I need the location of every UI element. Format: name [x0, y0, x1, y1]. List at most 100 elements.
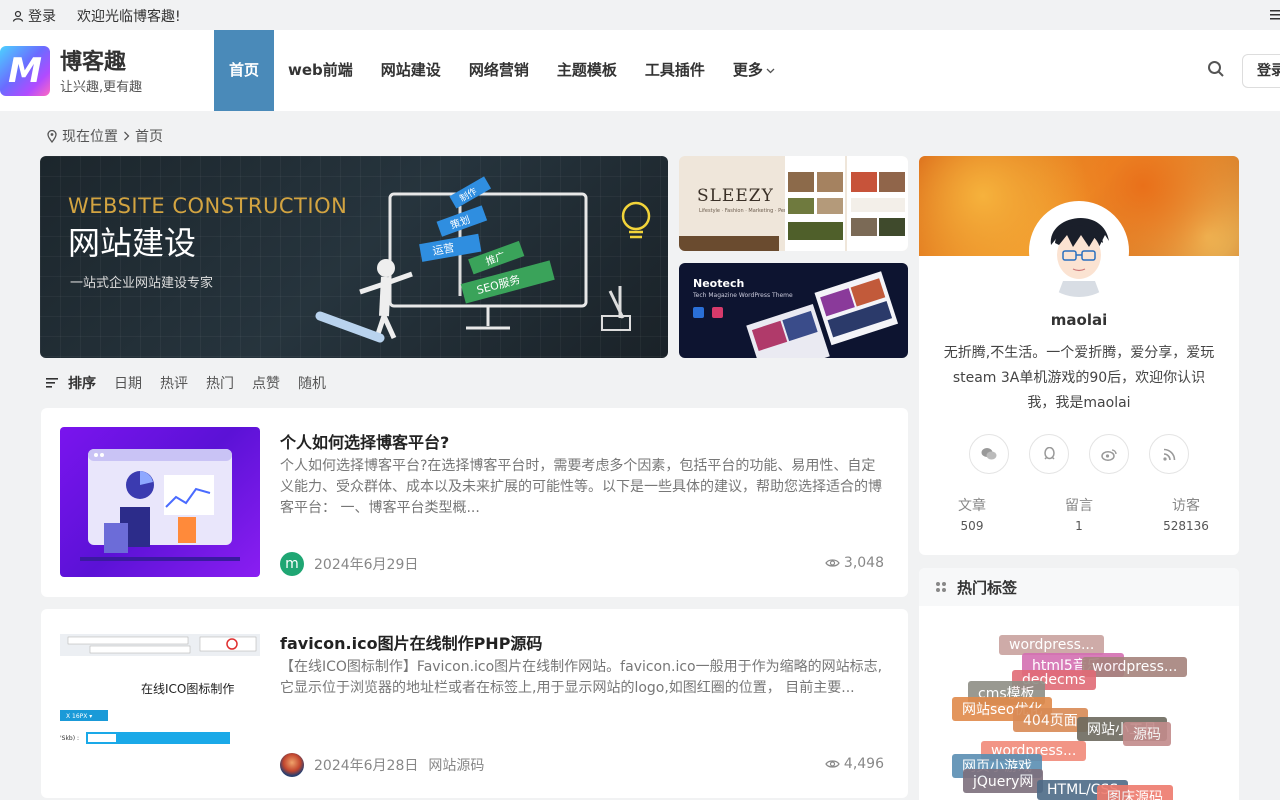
author-profile-card: maolai 无折腾,不生活。一个爱折腾，爱分享，爱玩steam 3A单机游戏的…	[919, 156, 1239, 555]
site-slogan: 让兴趣,更有趣	[60, 80, 143, 95]
sort-option-date[interactable]: 日期	[114, 373, 142, 393]
post-excerpt: 【在线ICO图标制作】Favicon.ico图片在线制作网站。favicon.i…	[280, 659, 883, 696]
post-thumbnail[interactable]	[60, 427, 260, 577]
post-thumbnail-label: 在线ICO图标制作	[141, 682, 235, 696]
post-card: X 16PX ▾ 'Skb) : 在线ICO图标制作 favicon.ico图片…	[41, 609, 908, 798]
login-button[interactable]: 登录	[1242, 54, 1280, 88]
sort-option-default[interactable]: 排序	[68, 373, 96, 393]
post-thumbnail-illustration	[80, 449, 240, 561]
post-title[interactable]: 个人如何选择博客平台?	[280, 429, 449, 453]
hot-tags-title: 热门标签	[957, 578, 1018, 597]
tag-link[interactable]: wordpress...	[999, 635, 1105, 655]
author-avatar[interactable]: m	[280, 552, 304, 576]
site-header: M 博客趣 让兴趣,更有趣 首页 web前端 网站建设 网络营销 主题模板 工具…	[0, 30, 1280, 111]
banner-main[interactable]: WEBSITE CONSTRUCTION 网站建设 一站式企业网站建设专家 制作…	[40, 156, 668, 358]
stat-articles-label: 文章	[958, 498, 986, 514]
wechat-icon	[981, 448, 997, 460]
nav-item-home[interactable]: 首页	[214, 30, 275, 111]
top-login-label: 登录	[28, 9, 56, 25]
site-name[interactable]: 博客趣	[60, 44, 126, 76]
svg-text:'Skb) :: 'Skb) :	[60, 735, 79, 742]
nav-item-themes[interactable]: 主题模板	[543, 30, 631, 111]
chevron-right-icon	[124, 131, 130, 141]
search-icon[interactable]	[1207, 60, 1225, 78]
neotech-preview-screens	[693, 271, 899, 358]
post-thumbnail-screenshot: X 16PX ▾ 'Skb) :	[60, 634, 260, 744]
qq-button[interactable]	[1029, 434, 1069, 474]
profile-socials	[969, 434, 1189, 474]
tag-link[interactable]: wordpress...	[1082, 657, 1188, 677]
sort-option-popular[interactable]: 热门	[206, 373, 234, 393]
post-meta: 2024年6月28日 网站源码	[280, 753, 484, 777]
sort-option-likes[interactable]: 点赞	[252, 373, 280, 393]
post-date: 2024年6月29日	[314, 557, 419, 573]
breadcrumb-prefix: 现在位置	[62, 129, 118, 145]
top-login-link[interactable]: 登录	[12, 6, 56, 26]
stat-comments[interactable]: 留言 1	[1060, 495, 1098, 533]
wechat-button[interactable]	[969, 434, 1009, 474]
post-date: 2024年6月28日	[314, 758, 419, 774]
rss-button[interactable]	[1149, 434, 1189, 474]
nav-item-web-frontend[interactable]: web前端	[274, 30, 367, 111]
post-views: 4,496	[825, 756, 884, 772]
post-meta: m 2024年6月29日	[280, 552, 418, 576]
sort-icon	[46, 378, 58, 388]
menu-icon[interactable]	[1270, 9, 1280, 21]
sleezy-preview-grid	[679, 156, 908, 251]
post-thumbnail[interactable]: X 16PX ▾ 'Skb) : 在线ICO图标制作	[60, 628, 260, 778]
banner-theme-neotech[interactable]: Neotech Tech Magazine WordPress Theme	[679, 263, 908, 358]
breadcrumb: 现在位置 首页	[47, 126, 163, 146]
profile-avatar-illustration	[1033, 205, 1125, 297]
stat-visitors[interactable]: 访客 528136	[1159, 495, 1213, 533]
site-logo[interactable]: M	[0, 46, 50, 96]
profile-avatar[interactable]	[1029, 201, 1129, 301]
breadcrumb-current[interactable]: 首页	[135, 126, 163, 146]
nav-item-tools[interactable]: 工具插件	[631, 30, 719, 111]
post-views: 3,048	[825, 555, 884, 571]
post-excerpt: 个人如何选择博客平台?在选择博客平台时，需要考虑多个因素，包括平台的功能、易用性…	[280, 458, 882, 516]
sort-option-random[interactable]: 随机	[298, 373, 326, 393]
stat-visitors-label: 访客	[1172, 498, 1200, 514]
stat-visitors-value: 528136	[1163, 519, 1209, 533]
chevron-down-icon	[766, 68, 775, 73]
rss-icon	[1162, 448, 1175, 461]
author-avatar[interactable]	[280, 753, 304, 777]
hot-tags-card: 热门标签 wordpress... html5音乐... wordpress... d…	[919, 568, 1239, 800]
nav-item-website-building[interactable]: 网站建设	[367, 30, 455, 111]
user-icon	[12, 10, 24, 22]
profile-bio: 无折腾,不生活。一个爱折腾，爱分享，爱玩steam 3A单机游戏的90后，欢迎你…	[943, 345, 1215, 411]
welcome-text: 欢迎光临博客趣!	[77, 9, 181, 25]
post-title[interactable]: favicon.ico图片在线制作PHP源码	[280, 630, 542, 654]
hot-tags-header: 热门标签	[919, 568, 1239, 606]
qq-icon	[1043, 446, 1055, 460]
tag-link[interactable]: 源码	[1123, 722, 1171, 746]
stat-articles[interactable]: 文章 509	[953, 495, 991, 533]
grid-dots-icon	[936, 582, 946, 592]
nav-more-label: 更多	[732, 61, 763, 79]
svg-text:X 16PX ▾: X 16PX ▾	[66, 713, 92, 720]
nav-item-marketing[interactable]: 网络营销	[455, 30, 543, 111]
sort-option-comments[interactable]: 热评	[160, 373, 188, 393]
logo-letter: M	[8, 51, 42, 91]
stat-comments-value: 1	[1075, 519, 1083, 533]
nav-item-more[interactable]: 更多	[719, 30, 789, 111]
top-bar: 登录 欢迎光临博客趣!	[0, 0, 1280, 30]
tag-link[interactable]: 图床源码	[1097, 785, 1173, 800]
banner-subtitle: 一站式企业网站建设专家	[70, 276, 214, 291]
eye-icon	[825, 760, 840, 768]
banner-theme-sleezy[interactable]: SLEEZY Lifestyle · Fashion · Marketing ·…	[679, 156, 908, 251]
eye-icon	[825, 559, 840, 567]
weibo-button[interactable]	[1089, 434, 1129, 474]
stat-articles-value: 509	[960, 519, 984, 533]
sort-bar: 排序 日期 热评 热门 点赞 随机	[46, 373, 344, 393]
profile-name[interactable]: maolai	[919, 311, 1239, 329]
location-pin-icon	[47, 129, 57, 143]
stat-comments-label: 留言	[1065, 498, 1093, 514]
post-category[interactable]: 网站源码	[428, 755, 484, 775]
weibo-icon	[1101, 448, 1117, 461]
post-view-count: 4,496	[843, 756, 884, 772]
banner-illustration: 制作 策划 运营 推广 SEO服务	[315, 176, 651, 343]
post-view-count: 3,048	[843, 555, 884, 571]
post-card: 个人如何选择博客平台? 个人如何选择博客平台?在选择博客平台时，需要考虑多个因素…	[41, 408, 908, 597]
tag-link[interactable]: jQuery网	[963, 769, 1044, 793]
